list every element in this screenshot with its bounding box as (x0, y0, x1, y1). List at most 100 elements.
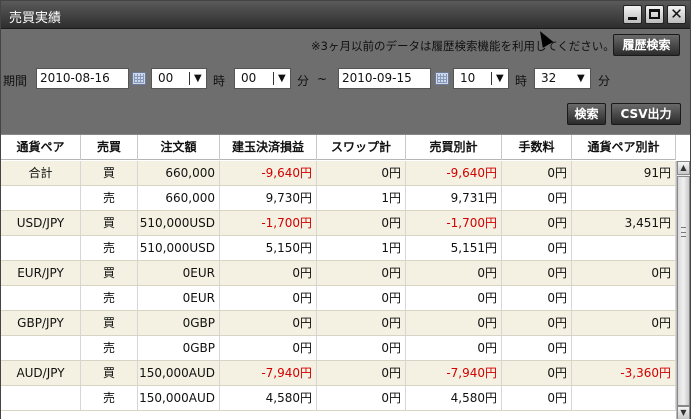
cell-position-pl: 0円 (220, 261, 317, 285)
cell-swap-total: 0円 (317, 261, 406, 285)
column-header-swap-total[interactable]: スワップ計 (317, 135, 406, 160)
to-hour-select[interactable]: 10 ▼ (453, 68, 509, 89)
from-hour-unit: 時 (213, 74, 226, 88)
cell-fee: 0円 (502, 161, 572, 185)
table-header: 通貨ペア 売買 注文額 建玉決済損益 スワップ計 売買別計 手数料 通貨ペア別計 (1, 135, 676, 160)
cell-position-pl: -9,640円 (220, 161, 317, 185)
cell-side-total: 0円 (406, 336, 502, 360)
chevron-down-icon: ▼ (278, 73, 286, 84)
cell-fee: 0円 (502, 261, 572, 285)
cell-pair-total (572, 286, 676, 310)
cell-pair-total: 91円 (572, 161, 676, 185)
cell-pair (1, 186, 81, 210)
table-row[interactable]: 売 0EUR 0円 0円 0円 0円 (1, 286, 676, 311)
cell-side: 買 (81, 161, 138, 185)
cell-side: 買 (81, 261, 138, 285)
cell-position-pl: 0円 (220, 311, 317, 335)
to-hour-unit: 時 (515, 74, 528, 88)
cell-position-pl: 5,150円 (220, 236, 317, 260)
cell-fee: 0円 (502, 186, 572, 210)
cell-side: 買 (81, 361, 138, 385)
cell-order-amount: 0GBP (138, 311, 220, 335)
chevron-down-icon: ▼ (194, 73, 202, 84)
window-controls: ✕ (623, 5, 686, 24)
column-header-pair-total[interactable]: 通貨ペア別計 (572, 135, 676, 160)
chevron-down-icon: ▼ (577, 73, 585, 84)
cell-pair (1, 386, 81, 410)
scroll-up-button[interactable]: ▲ (677, 161, 690, 175)
column-header-pair[interactable]: 通貨ペア (1, 135, 81, 160)
to-hour-value: 10 (460, 71, 476, 85)
cell-side: 売 (81, 236, 138, 260)
cell-pair-total: 3,451円 (572, 211, 676, 235)
window-title: 売買実績 (9, 11, 62, 26)
table-row[interactable]: 売 150,000AUD 4,580円 0円 4,580円 0円 (1, 386, 676, 411)
cell-side-total: 4,580円 (406, 386, 502, 410)
cell-pair (1, 236, 81, 260)
table-row[interactable]: GBP/JPY 買 0GBP 0円 0円 0円 0円 0円 (1, 311, 676, 336)
title-bar[interactable]: 売買実績 ✕ (1, 1, 690, 29)
cell-swap-total: 0円 (317, 161, 406, 185)
table-row[interactable]: 売 660,000 9,730円 1円 9,731円 0円 (1, 186, 676, 211)
cell-fee: 0円 (502, 236, 572, 260)
cell-pair-total (572, 186, 676, 210)
cell-order-amount: 510,000USD (138, 211, 220, 235)
cell-position-pl: -1,700円 (220, 211, 317, 235)
cell-side-total: 0円 (406, 261, 502, 285)
cell-pair: USD/JPY (1, 211, 81, 235)
maximize-button[interactable] (645, 5, 664, 24)
cell-pair-total (572, 236, 676, 260)
cell-fee: 0円 (502, 211, 572, 235)
from-minute-select[interactable]: 00 ▼ (234, 68, 291, 89)
cell-side-total: 0円 (406, 311, 502, 335)
cell-side-total: 0円 (406, 286, 502, 310)
cell-position-pl: 9,730円 (220, 186, 317, 210)
column-header-fee[interactable]: 手数料 (502, 135, 572, 160)
history-search-button[interactable]: 履歴検索 (613, 34, 680, 56)
to-date-input[interactable]: 2010-09-15 (338, 68, 431, 89)
table-row[interactable]: 売 0GBP 0円 0円 0円 0円 (1, 336, 676, 361)
cell-side: 売 (81, 186, 138, 210)
table-row[interactable]: AUD/JPY 買 150,000AUD -7,940円 0円 -7,940円 0円 -3,3… (1, 361, 676, 386)
cell-swap-total: 0円 (317, 361, 406, 385)
cell-order-amount: 0EUR (138, 261, 220, 285)
cell-swap-total: 0円 (317, 286, 406, 310)
from-hour-value: 00 (158, 71, 174, 85)
table-row[interactable]: 合計買 660,000 -9,640円 0円 -9,640円 0円 91円 (1, 161, 676, 186)
column-header-side-total[interactable]: 売買別計 (406, 135, 502, 160)
minimize-icon (628, 17, 637, 20)
close-icon: ✕ (670, 5, 683, 23)
scroll-down-button[interactable]: ▼ (677, 406, 690, 419)
from-date-input[interactable]: 2010-08-16 (36, 68, 129, 89)
cell-pair: AUD/JPY (1, 361, 81, 385)
cell-side: 売 (81, 386, 138, 410)
minimize-button[interactable] (623, 5, 642, 24)
calendar-icon[interactable] (435, 72, 449, 85)
period-label: 期間 (3, 74, 28, 88)
column-header-position-pl[interactable]: 建玉決済損益 (220, 135, 317, 160)
chevron-down-icon: ▼ (496, 73, 504, 84)
cell-fee: 0円 (502, 336, 572, 360)
column-header-order-amount[interactable]: 注文額 (138, 135, 220, 160)
cell-pair-total: -3,360円 (572, 361, 676, 385)
scroll-thumb[interactable] (677, 176, 690, 406)
cell-position-pl: 0円 (220, 286, 317, 310)
calendar-icon[interactable] (132, 72, 146, 85)
from-hour-select[interactable]: 00 ▼ (151, 68, 207, 89)
close-button[interactable]: ✕ (667, 5, 686, 24)
table-row[interactable]: EUR/JPY 買 0EUR 0円 0円 0円 0円 0円 (1, 261, 676, 286)
period-separator: ~ (317, 72, 328, 86)
to-minute-select[interactable]: 32 ▼ (534, 68, 591, 89)
search-button[interactable]: 検索 (567, 103, 606, 125)
cell-order-amount: 150,000AUD (138, 386, 220, 410)
cell-order-amount: 0EUR (138, 286, 220, 310)
csv-export-button[interactable]: CSV出力 (611, 103, 681, 125)
cell-side: 買 (81, 311, 138, 335)
column-header-side[interactable]: 売買 (81, 135, 138, 160)
cell-swap-total: 0円 (317, 211, 406, 235)
cell-position-pl: -7,940円 (220, 361, 317, 385)
cell-pair-total: 0円 (572, 261, 676, 285)
vertical-scrollbar[interactable]: ▲ ▼ (676, 161, 690, 419)
table-row[interactable]: 売 510,000USD 5,150円 1円 5,151円 0円 (1, 236, 676, 261)
table-row[interactable]: USD/JPY 買 510,000USD -1,700円 0円 -1,700円 0円 3,45… (1, 211, 676, 236)
